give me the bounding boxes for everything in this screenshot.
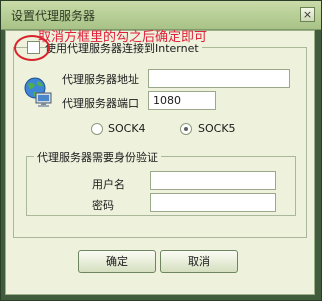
close-button[interactable]: × bbox=[300, 7, 315, 22]
password-input[interactable] bbox=[150, 193, 276, 212]
sock4-label: SOCK4 bbox=[108, 122, 146, 135]
network-globe-computer-icon bbox=[24, 77, 52, 107]
auth-group-label: 代理服务器需要身份验证 bbox=[34, 149, 161, 165]
sock5-radio-dot bbox=[184, 127, 188, 131]
dialog-title: 设置代理服务器 bbox=[11, 9, 96, 23]
cancel-button[interactable]: 取消 bbox=[160, 250, 238, 273]
username-label: 用户名 bbox=[92, 178, 125, 191]
proxy-port-label: 代理服务器端口 bbox=[62, 97, 139, 110]
sock5-radio[interactable] bbox=[180, 123, 192, 135]
proxy-address-input[interactable] bbox=[148, 69, 290, 88]
password-label: 密码 bbox=[92, 199, 114, 212]
username-input[interactable] bbox=[150, 171, 276, 190]
sock5-label: SOCK5 bbox=[198, 122, 236, 135]
proxy-address-label: 代理服务器地址 bbox=[62, 73, 139, 86]
proxy-port-input[interactable]: 1080 bbox=[148, 91, 216, 110]
sock4-radio[interactable] bbox=[91, 123, 103, 135]
annotation-text: 取消方框里的勾之后确定即可 bbox=[38, 30, 208, 45]
ok-button[interactable]: 确定 bbox=[78, 250, 156, 273]
